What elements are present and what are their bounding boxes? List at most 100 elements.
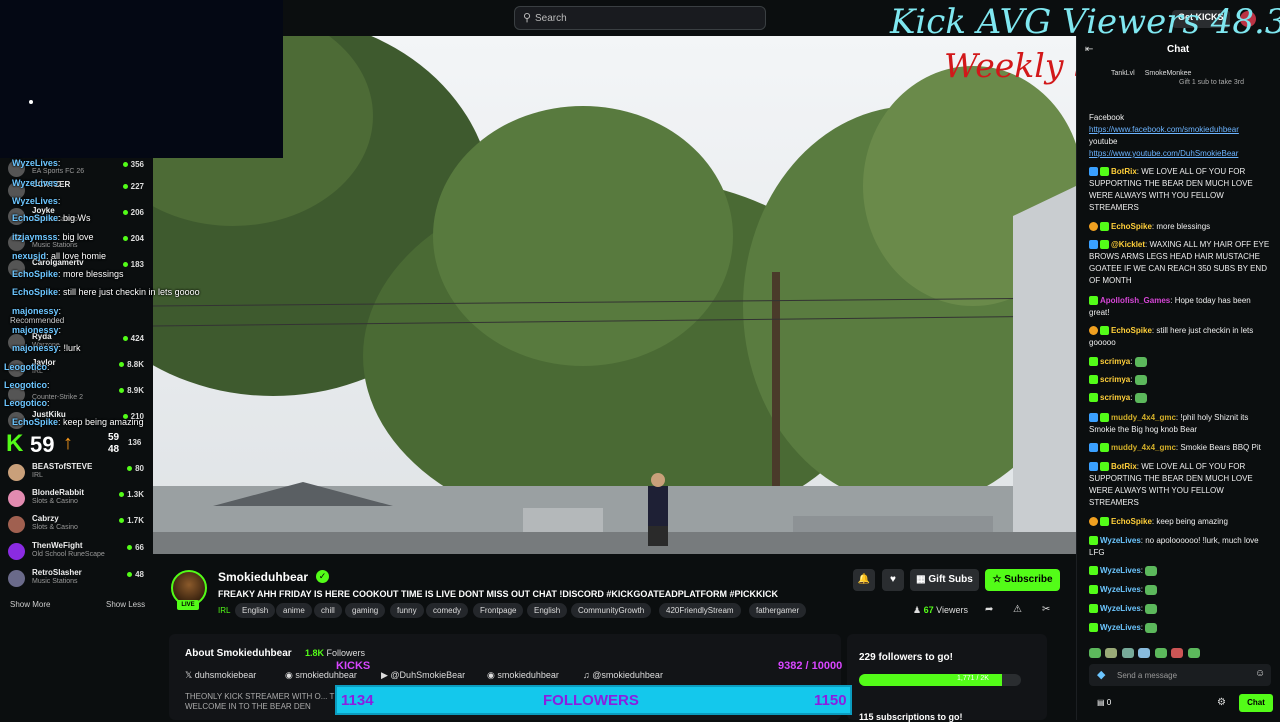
emoji-icon[interactable]: ☺ xyxy=(1255,668,1265,679)
share-icon[interactable]: ➦ xyxy=(985,604,993,615)
followers-left-count: 1134 xyxy=(341,692,374,709)
chat-message: WyzeLives: xyxy=(1089,584,1271,596)
viewer-count: 8.9K xyxy=(119,386,144,395)
emote-bar[interactable] xyxy=(1089,644,1271,658)
overlay-chat-line: EchoSpike: still here just checkin in le… xyxy=(12,287,200,297)
show-more-link[interactable]: Show More xyxy=(10,600,50,609)
verified-badge-icon xyxy=(1100,326,1109,336)
social-youtube[interactable]: ▶ @DuhSmokieBear xyxy=(381,670,465,681)
chat-username[interactable]: scrimya xyxy=(1100,375,1130,384)
sidebar-channel[interactable]: ThenWeFight Old School RuneScape 66 xyxy=(8,541,148,565)
overlay-chat-line: majonessy: !lurk xyxy=(12,343,81,353)
chat-username[interactable]: BotRix xyxy=(1111,167,1137,176)
chat-username[interactable]: WyzeLives xyxy=(1100,536,1141,545)
video-player[interactable] xyxy=(153,36,1076,554)
followers-label: Followers xyxy=(326,648,366,658)
gift-subs-button[interactable]: ▦ Gift Subs xyxy=(910,569,979,591)
viewer-count: 204 xyxy=(123,234,144,243)
chat-send-button[interactable]: Chat xyxy=(1239,694,1273,712)
tag[interactable]: English xyxy=(235,603,276,618)
chat-username[interactable]: scrimya xyxy=(1100,393,1130,402)
chat-message: https://www.youtube.com/DuhSmokieBear xyxy=(1089,148,1271,160)
notification-bell-button[interactable]: 🔔 xyxy=(853,569,875,591)
gifter-2: SmokeMonkee xyxy=(1144,70,1192,77)
chat-link[interactable]: https://www.facebook.com/smokieduhbear xyxy=(1089,125,1239,134)
chat-badge-icon[interactable]: ◆ xyxy=(1097,668,1105,681)
social-discord[interactable]: ◉ smokieduhbear xyxy=(487,670,559,681)
verified-badge-icon xyxy=(1100,443,1109,453)
tag[interactable]: fathergamer xyxy=(749,603,807,618)
tag[interactable]: 420FriendlyStream xyxy=(659,603,741,618)
chat-input[interactable] xyxy=(1117,664,1257,686)
tag[interactable]: English xyxy=(527,603,568,618)
overlay-chat-line: Leogotico: xyxy=(4,398,50,408)
chat-username[interactable]: BotRix xyxy=(1111,462,1137,471)
chat-username[interactable]: muddy_4x4_gmc xyxy=(1111,413,1176,422)
channel-name: Cabrzy xyxy=(32,514,59,523)
search-input[interactable] xyxy=(535,7,755,29)
viewer-count: 424 xyxy=(123,334,144,343)
emote-icon[interactable] xyxy=(1187,647,1200,658)
tag[interactable]: anime xyxy=(276,603,312,618)
chat-message: Apollofish_Games: Hope today has been gr… xyxy=(1089,295,1271,319)
chat-username[interactable]: EchoSpike xyxy=(1111,517,1152,526)
chat-username[interactable]: muddy_4x4_gmc xyxy=(1111,443,1176,452)
social-x[interactable]: 𝕏 duhsmokiebear xyxy=(185,670,256,681)
category-link[interactable]: IRL xyxy=(218,606,230,615)
tag[interactable]: comedy xyxy=(426,603,469,618)
overlay-chat-text: : big love xyxy=(57,232,94,242)
verified-badge-icon xyxy=(1100,517,1109,527)
overlay-chat-text: : all love homie xyxy=(46,251,107,261)
settings-gear-icon[interactable]: ⚙ xyxy=(1217,697,1226,708)
chat-username[interactable]: scrimya xyxy=(1100,357,1130,366)
report-icon[interactable]: ⚠ xyxy=(1013,604,1022,615)
chat-username[interactable]: WyzeLives xyxy=(1100,604,1141,613)
emote-icon[interactable] xyxy=(1138,647,1151,658)
viewers-label: Viewers xyxy=(936,605,968,615)
goals-panel: 229 followers to go! 1,771 / 2K 115 subs… xyxy=(847,634,1047,722)
sidebar-channel[interactable]: BlondeRabbit Slots & Casino 1.3K xyxy=(8,488,148,512)
chat-username[interactable]: WyzeLives xyxy=(1100,585,1141,594)
sidebar-channel[interactable]: BEASTofSTEVE IRL 80 xyxy=(8,462,148,486)
tag[interactable]: gaming xyxy=(345,603,386,618)
tag[interactable]: Frontpage xyxy=(473,603,524,618)
bot-badge-icon xyxy=(1089,413,1098,423)
subscribe-button[interactable]: ☆ Subscribe xyxy=(985,569,1060,591)
tag[interactable]: funny xyxy=(390,603,424,618)
tag[interactable]: CommunityGrowth xyxy=(571,603,652,618)
verified-badge-icon xyxy=(1089,585,1098,595)
emote-icon[interactable] xyxy=(1089,647,1101,658)
chat-username[interactable]: EchoSpike xyxy=(1111,326,1152,335)
tag[interactable]: chill xyxy=(314,603,342,618)
viewer-count: 8.8K xyxy=(119,360,144,369)
chat-username[interactable]: WyzeLives xyxy=(1100,623,1141,632)
chat-username[interactable]: WyzeLives xyxy=(1100,566,1141,575)
follow-heart-button[interactable]: ♥ xyxy=(882,569,904,591)
emote-icon[interactable] xyxy=(1154,647,1167,658)
social-tiktok[interactable]: ♫ @smokieduhbear xyxy=(583,670,663,680)
show-less-link[interactable]: Show Less xyxy=(106,600,145,609)
emote-icon[interactable] xyxy=(1121,647,1134,658)
followers-goal-bar xyxy=(859,674,1021,686)
channel-name[interactable]: Smokieduhbear xyxy=(218,570,308,584)
sidebar-channel[interactable]: RetroSlasher Music Stations 48 xyxy=(8,568,148,592)
chat-link[interactable]: https://www.youtube.com/DuhSmokieBear xyxy=(1089,149,1238,158)
chat-input-box[interactable]: ◆ ☺ xyxy=(1089,664,1271,686)
social-label: @smokieduhbear xyxy=(592,670,663,680)
followers-label: FOLLOWERS xyxy=(543,692,639,709)
chat-username[interactable]: EchoSpike xyxy=(1111,222,1152,231)
overlay-chat-text: : xyxy=(58,306,62,316)
search-box[interactable]: ⚲ xyxy=(514,6,766,30)
chat-username[interactable]: @Kicklet xyxy=(1111,240,1145,249)
collapse-chat-icon[interactable]: ⇤ xyxy=(1085,44,1093,55)
bot-badge-icon xyxy=(1089,167,1098,177)
emote-icon[interactable] xyxy=(1171,647,1184,658)
emote-icon[interactable] xyxy=(1105,647,1118,658)
bot-badge-icon xyxy=(1089,462,1098,472)
sidebar-channel[interactable]: Cabrzy Slots & Casino 1.7K xyxy=(8,514,148,538)
chat-message: EchoSpike: keep being amazing xyxy=(1089,516,1271,528)
clip-icon[interactable]: ✂ xyxy=(1042,604,1050,615)
tiktok-icon: ♫ xyxy=(583,670,593,680)
chat-username[interactable]: Apollofish_Games xyxy=(1100,296,1170,305)
gift-subs-label: Gift Subs xyxy=(928,574,973,585)
